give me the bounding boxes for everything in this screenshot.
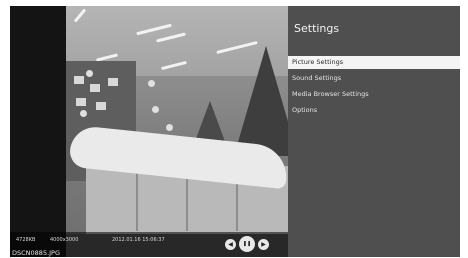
left-border (10, 6, 66, 257)
wall-poster (76, 98, 86, 106)
wall-poster (90, 84, 100, 92)
ornament (148, 80, 155, 87)
file-name: DSCN0885.JPG (12, 249, 61, 257)
menu-item-label: Media Browser Settings (292, 90, 369, 98)
menu-item-label: Sound Settings (292, 74, 342, 82)
pause-icon: ❚❚ (242, 240, 252, 247)
file-size: 4728KB (16, 237, 36, 243)
menu-item-media-browser-settings[interactable]: Media Browser Settings (288, 88, 460, 101)
menu-item-label: Options (292, 106, 318, 114)
settings-title: Settings (294, 22, 340, 35)
image-resolution: 4000x3000 (50, 237, 79, 243)
ornament (80, 110, 87, 117)
previous-icon: ◀ (228, 240, 233, 248)
ornament (152, 106, 159, 113)
photo-viewer (66, 6, 288, 257)
ornament (86, 70, 93, 77)
counter-divider (136, 171, 138, 231)
ornament (166, 124, 173, 131)
next-icon: ▶ (261, 240, 266, 248)
tv-screen: 4728KB 4000x3000 2012.01.16 15:06:37 DSC… (10, 6, 460, 257)
wall-poster (108, 78, 118, 86)
menu-item-sound-settings[interactable]: Sound Settings (288, 72, 460, 85)
counter-divider (186, 171, 188, 231)
menu-item-picture-settings[interactable]: Picture Settings (288, 56, 460, 69)
wall-poster (96, 102, 106, 110)
settings-panel: Settings Picture Settings Sound Settings… (288, 6, 460, 257)
menu-item-label: Picture Settings (292, 58, 344, 66)
wall-poster (74, 76, 84, 84)
pause-button[interactable]: ❚❚ (239, 236, 255, 252)
photo-date-time: 2012.01.16 15:06:37 (112, 237, 165, 243)
next-button[interactable]: ▶ (258, 239, 269, 250)
previous-button[interactable]: ◀ (225, 239, 236, 250)
christmas-tree (234, 46, 288, 156)
menu-item-options[interactable]: Options (288, 104, 460, 117)
